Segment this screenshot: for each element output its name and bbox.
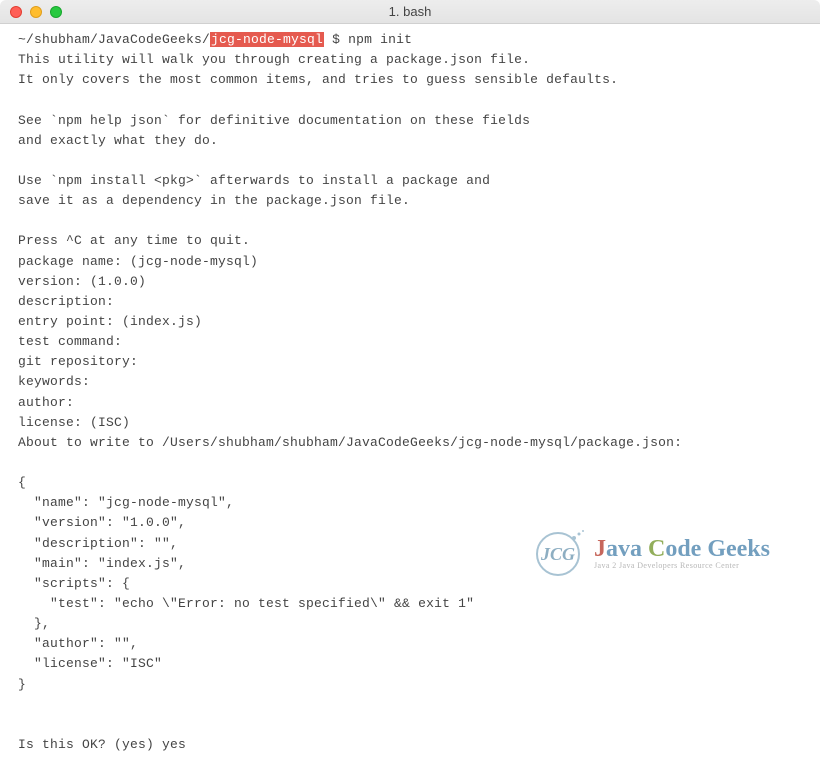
window-title: 1. bash [389, 4, 432, 19]
watermark-main-text: Java Code Geeks [594, 536, 770, 563]
terminal-line: keywords: [18, 374, 90, 389]
minimize-icon[interactable] [30, 6, 42, 18]
prompt-path: ~/shubham/JavaCodeGeeks/ [18, 32, 210, 47]
maximize-icon[interactable] [50, 6, 62, 18]
terminal-line: description: [18, 294, 114, 309]
terminal-line: About to write to /Users/shubham/shubham… [18, 435, 682, 450]
terminal-line: { [18, 475, 26, 490]
terminal-line: author: [18, 395, 74, 410]
terminal-line: "test": "echo \"Error: no test specified… [18, 596, 474, 611]
terminal-line: Press ^C at any time to quit. [18, 233, 250, 248]
watermark-badge-text: JCG [536, 532, 580, 576]
terminal-line: It only covers the most common items, an… [18, 72, 618, 87]
terminal-line: See `npm help json` for definitive docum… [18, 113, 530, 128]
terminal-line: "description": "", [18, 536, 178, 551]
terminal-line: This utility will walk you through creat… [18, 52, 530, 67]
prompt-dollar: $ [324, 32, 348, 47]
terminal-line: "license": "ISC" [18, 656, 162, 671]
window-titlebar: 1. bash [0, 0, 820, 24]
terminal-line: "main": "index.js", [18, 556, 186, 571]
watermark-logo: JCG Java Code Geeks Java 2 Java Develope… [536, 528, 770, 578]
terminal-line: }, [18, 616, 50, 631]
terminal-line: git repository: [18, 354, 138, 369]
terminal-line: package name: (jcg-node-mysql) [18, 254, 258, 269]
terminal-line: "author": "", [18, 636, 138, 651]
terminal-line: "name": "jcg-node-mysql", [18, 495, 234, 510]
traffic-lights [10, 6, 62, 18]
terminal-line: Use `npm install <pkg>` afterwards to in… [18, 173, 490, 188]
close-icon[interactable] [10, 6, 22, 18]
prompt-highlighted-dir: jcg-node-mysql [210, 32, 324, 47]
watermark-circle-icon: JCG [536, 528, 586, 578]
terminal-line: "scripts": { [18, 576, 130, 591]
terminal-content[interactable]: ~/shubham/JavaCodeGeeks/jcg-node-mysql $… [0, 24, 820, 761]
prompt-command: npm init [348, 32, 412, 47]
terminal-line: } [18, 677, 26, 692]
terminal-line: license: (ISC) [18, 415, 130, 430]
terminal-line: "version": "1.0.0", [18, 515, 186, 530]
watermark-text: Java Code Geeks Java 2 Java Developers R… [594, 536, 770, 570]
terminal-line: version: (1.0.0) [18, 274, 146, 289]
terminal-line: Is this OK? (yes) yes [18, 737, 186, 752]
terminal-line: and exactly what they do. [18, 133, 218, 148]
terminal-line: entry point: (index.js) [18, 314, 202, 329]
terminal-line: save it as a dependency in the package.j… [18, 193, 410, 208]
terminal-line: test command: [18, 334, 122, 349]
